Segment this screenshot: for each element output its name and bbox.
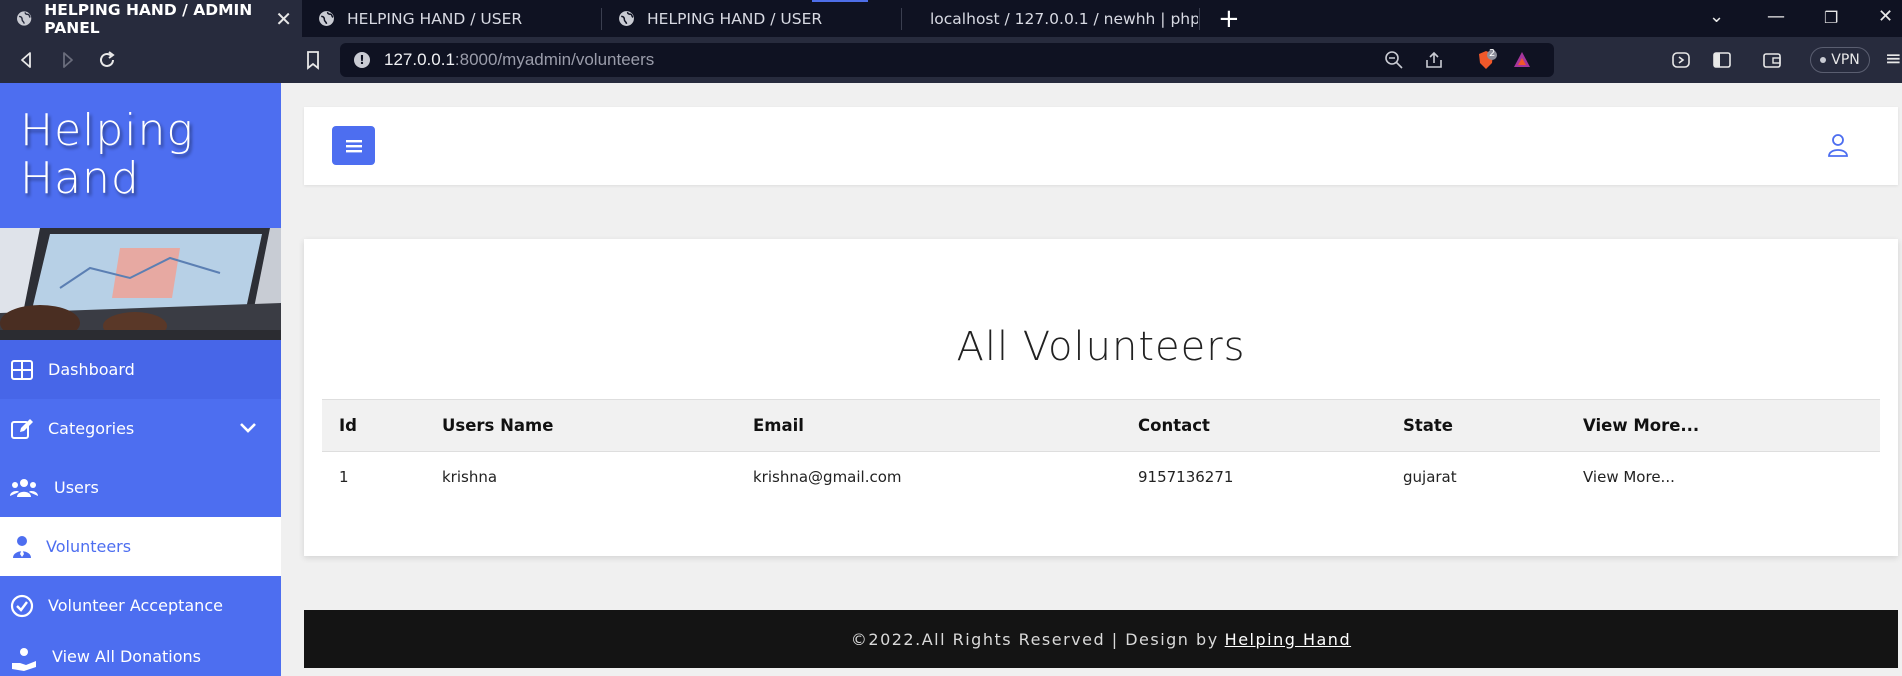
globe-icon	[17, 11, 32, 26]
close-tab-icon[interactable]: ✕	[275, 7, 292, 31]
restore-icon[interactable]: ❐	[1824, 8, 1838, 27]
bookmark-icon[interactable]	[302, 49, 324, 71]
hamburger-icon	[345, 139, 362, 152]
cell-email: krishna@gmail.com	[753, 468, 902, 486]
sidebar-item-categories[interactable]: Categories	[0, 399, 281, 458]
sidebar: Helping Hand Dashboard Categories Users …	[0, 83, 281, 676]
sidebar-item-volunteers[interactable]: Volunteers	[0, 517, 281, 576]
url-host: 127.0.0.1	[384, 50, 455, 69]
back-icon[interactable]	[16, 49, 38, 71]
wallet-icon[interactable]	[1761, 49, 1783, 71]
cell-state: gujarat	[1403, 468, 1457, 486]
column-header-users-name: Users Name	[442, 416, 554, 435]
page-title: All Volunteers	[956, 324, 1246, 370]
column-header-view-more: View More...	[1583, 416, 1700, 435]
forward-icon[interactable]	[56, 49, 78, 71]
menu-icon[interactable]: ≡	[1885, 46, 1902, 70]
column-header-contact: Contact	[1138, 416, 1210, 435]
url-path: :8000/myadmin/volunteers	[454, 50, 655, 69]
shield-count: 2	[1489, 48, 1496, 59]
share-icon[interactable]	[1424, 50, 1444, 70]
sidebar-toggle-icon[interactable]	[1711, 49, 1733, 71]
sidebar-item-users[interactable]: Users	[0, 458, 281, 517]
check-circle-icon	[10, 594, 34, 617]
sidebar-item-label: Volunteers	[46, 537, 132, 556]
sidebar-item-label: Dashboard	[48, 360, 135, 379]
reload-icon[interactable]	[96, 49, 118, 71]
user-profile-icon[interactable]	[1826, 133, 1850, 157]
brand-title: Helping Hand	[20, 105, 194, 204]
cell-contact: 9157136271	[1138, 468, 1234, 486]
volunteers-card: All Volunteers Id Users Name Email Conta…	[304, 239, 1898, 556]
window-close-icon[interactable]: ✕	[1878, 6, 1893, 27]
tab-phpmyadmin[interactable]: localhost / 127.0.0.1 / newhh | phpMy/	[902, 0, 1198, 37]
edit-icon	[11, 418, 33, 439]
footer: ©2022.All Rights Reserved | Design by He…	[304, 610, 1898, 668]
tab-separator	[1199, 8, 1200, 30]
volunteers-table: Id Users Name Email Contact State View M…	[322, 399, 1880, 502]
tab-title: HELPING HAND / ADMIN PANEL	[44, 0, 253, 37]
sidebar-item-label: View All Donations	[52, 647, 202, 666]
tab-search-chevron-icon[interactable]: ⌄	[1709, 6, 1724, 27]
column-header-state: State	[1403, 416, 1453, 435]
vpn-button[interactable]: VPN	[1810, 47, 1870, 73]
donation-icon	[12, 648, 36, 671]
tab-user-1[interactable]: HELPING HAND / USER	[302, 0, 600, 37]
vpn-label: VPN	[1831, 52, 1860, 68]
sidebar-item-volunteer-acceptance[interactable]: Volunteer Acceptance	[0, 576, 281, 635]
site-info-icon[interactable]: !	[354, 52, 370, 68]
sidebar-item-view-all-donations[interactable]: View All Donations	[0, 635, 281, 676]
main-topbar	[304, 107, 1898, 185]
url-text[interactable]: 127.0.0.1:8000/myadmin/volunteers	[384, 50, 654, 70]
cell-users-name: krishna	[442, 468, 498, 486]
leo-ai-icon[interactable]	[1670, 49, 1692, 71]
tab-user-2[interactable]: HELPING HAND / USER	[602, 0, 900, 37]
brand[interactable]: Helping Hand	[0, 83, 281, 228]
view-more-link[interactable]: View More...	[1583, 452, 1675, 502]
footer-link-helping-hand[interactable]: Helping Hand	[1225, 630, 1351, 649]
dashboard-icon	[11, 359, 33, 380]
sidebar-item-dashboard[interactable]: Dashboard	[0, 340, 281, 399]
browser-tab-bar: HELPING HAND / ADMIN PANEL ✕ HELPING HAN…	[0, 0, 1902, 37]
table-header-row: Id Users Name Email Contact State View M…	[322, 399, 1880, 452]
brave-rewards-icon[interactable]	[1512, 50, 1532, 70]
sidebar-item-label: Categories	[48, 419, 135, 438]
table-row: 1 krishna krishna@gmail.com 9157136271 g…	[322, 452, 1880, 502]
users-icon	[10, 478, 38, 497]
tab-title: HELPING HAND / USER	[647, 9, 823, 28]
minimize-icon[interactable]: —	[1767, 6, 1785, 27]
globe-icon	[319, 11, 334, 26]
column-header-email: Email	[753, 416, 804, 435]
chevron-down-icon[interactable]	[237, 417, 259, 439]
browser-toolbar: ! 127.0.0.1:8000/myadmin/volunteers 2 VP…	[0, 37, 1902, 83]
footer-text: ©2022.All Rights Reserved | Design by	[850, 629, 1219, 649]
globe-icon	[619, 11, 634, 26]
column-header-id: Id	[339, 416, 357, 435]
cell-id: 1	[339, 468, 349, 486]
volunteer-icon	[13, 535, 31, 558]
laptop-illustration	[0, 228, 281, 340]
menu-toggle-button[interactable]	[332, 126, 375, 165]
tab-title: HELPING HAND / USER	[347, 9, 523, 28]
address-bar[interactable]: ! 127.0.0.1:8000/myadmin/volunteers 2	[340, 43, 1554, 77]
sidebar-hero-image	[0, 228, 281, 340]
sidebar-item-label: Users	[54, 478, 99, 497]
zoom-out-icon[interactable]	[1384, 50, 1404, 70]
tab-admin-panel[interactable]: HELPING HAND / ADMIN PANEL ✕	[0, 0, 302, 37]
tab-title: localhost / 127.0.0.1 / newhh | phpMy/	[930, 9, 1198, 28]
vpn-status-icon	[1820, 57, 1827, 63]
sidebar-item-label: Volunteer Acceptance	[48, 596, 223, 615]
new-tab-icon[interactable]: +	[1218, 4, 1240, 34]
